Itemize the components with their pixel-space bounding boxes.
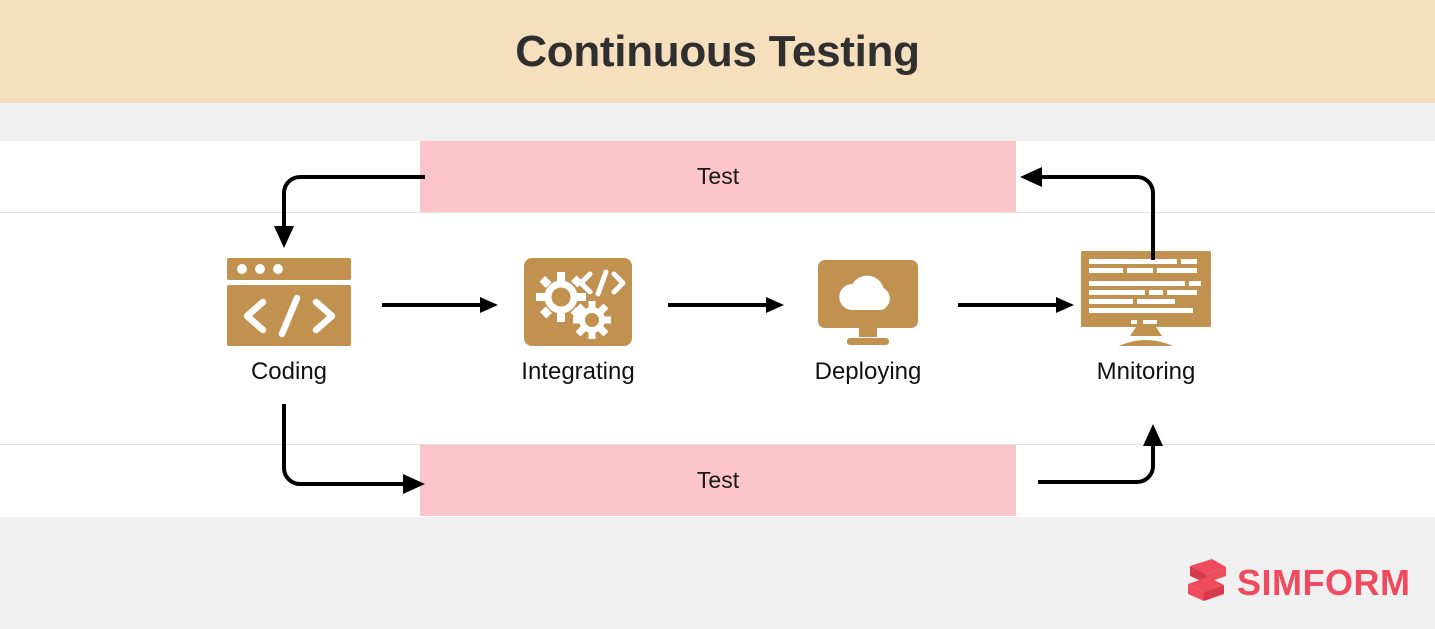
feedback-arrow-coding-to-test bbox=[262, 404, 427, 499]
stage-coding: Coding bbox=[189, 246, 389, 384]
stage-label-coding: Coding bbox=[250, 358, 328, 385]
stage-label-integrating: Integrating bbox=[521, 358, 635, 385]
stage-deploying: Deploying bbox=[768, 246, 968, 384]
simform-logo: SIMFORM bbox=[1186, 557, 1410, 608]
test-bar-bottom: Test bbox=[420, 445, 1016, 516]
gears-code-icon bbox=[478, 246, 678, 346]
connector-arrow-coding-integrating bbox=[382, 295, 500, 320]
test-bar-top-label: Test bbox=[696, 163, 740, 189]
test-bar-top: Test bbox=[420, 141, 1016, 212]
cloud-monitor-icon bbox=[768, 246, 968, 346]
simform-wordmark: SIMFORM bbox=[1237, 561, 1411, 603]
stage-integrating: Integrating bbox=[478, 246, 678, 384]
title-banner: Continuous Testing bbox=[0, 0, 1435, 103]
stage-label-monitoring: Mnitoring bbox=[1096, 358, 1196, 385]
connector-arrow-deploying-monitoring bbox=[958, 295, 1076, 320]
feedback-arrow-test-to-monitoring bbox=[1016, 420, 1171, 515]
feedback-arrow-test-to-coding bbox=[262, 160, 427, 255]
stage-monitoring: Mnitoring bbox=[1046, 246, 1246, 384]
code-window-icon bbox=[189, 246, 389, 346]
feedback-arrow-monitoring-to-test bbox=[1016, 160, 1171, 265]
divider-upper bbox=[0, 212, 1435, 213]
stage-label-deploying: Deploying bbox=[814, 358, 922, 385]
background-band-top bbox=[0, 103, 1435, 141]
simform-ribbon-icon bbox=[1186, 557, 1228, 608]
connector-arrow-integrating-deploying bbox=[668, 295, 786, 320]
test-bar-bottom-label: Test bbox=[696, 467, 740, 493]
slide-canvas: Continuous Testing Test Test Coding Inte… bbox=[0, 0, 1435, 629]
page-title: Continuous Testing bbox=[515, 26, 920, 76]
